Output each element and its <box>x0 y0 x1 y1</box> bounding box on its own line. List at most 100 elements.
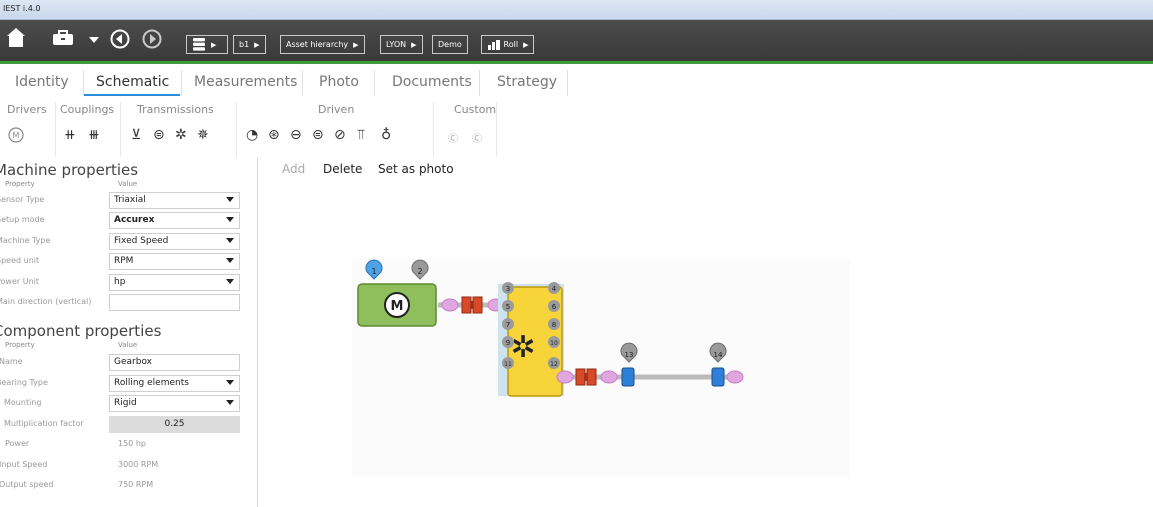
delete-button[interactable]: Delete <box>323 162 362 176</box>
database-icon <box>193 38 205 51</box>
setup-mode-select[interactable]: Accurex <box>109 212 240 229</box>
tab-divider <box>302 70 303 96</box>
breadcrumb-lyon[interactable]: LYON ▶ <box>380 35 423 54</box>
fan-driven-icon[interactable]: ◔ <box>246 127 258 143</box>
flexible-coupling-icon[interactable]: ⧻ <box>88 127 100 143</box>
bearing-ring[interactable] <box>600 370 618 384</box>
prop-label-power: Power <box>5 439 30 448</box>
roll-driven-icon[interactable]: ⫪ <box>357 127 365 143</box>
svg-text:9: 9 <box>506 339 510 347</box>
add-button[interactable]: Add <box>282 162 305 176</box>
svg-text:2: 2 <box>417 267 422 276</box>
bearing-block[interactable] <box>621 367 635 387</box>
machine-properties-title: Machine properties <box>0 161 139 179</box>
window-title: IEST i.4.0 <box>3 4 41 13</box>
bearing-ring[interactable] <box>726 370 744 384</box>
svg-text:11: 11 <box>504 361 512 368</box>
palette-group-couplings: Couplings <box>60 103 115 116</box>
machine-col-property: Property <box>5 180 35 188</box>
measurement-point[interactable]: 12 <box>548 357 560 369</box>
measurement-point[interactable]: 8 <box>548 318 560 330</box>
compressor-driven-icon[interactable]: ⊖ <box>290 127 302 143</box>
prop-label-bearing-type: Bearing Type <box>0 378 48 387</box>
spindle-driven-icon[interactable]: ♁ <box>381 127 391 143</box>
rigid-coupling-icon[interactable]: ⧺ <box>64 127 76 143</box>
custom-driven-icon[interactable]: Ⓒ <box>472 130 482 145</box>
prop-label-setup-mode: Setup mode <box>0 215 45 224</box>
motor-driver-icon[interactable]: M <box>8 127 24 143</box>
machine-type-select[interactable]: Fixed Speed <box>109 233 240 250</box>
breadcrumb-asset-hierarchy[interactable]: Asset hierarchy ▶ <box>280 35 365 54</box>
palette-divider <box>433 102 434 157</box>
component-col-value: Value <box>118 341 138 349</box>
component-name-field[interactable]: Gearbox <box>109 354 240 371</box>
measurement-point[interactable]: 7 <box>502 318 514 330</box>
palette-divider <box>120 102 121 157</box>
breadcrumb-demo[interactable]: Demo <box>432 35 468 54</box>
power-unit-select[interactable]: hp <box>109 274 240 291</box>
svg-text:10: 10 <box>550 340 558 347</box>
motor-component[interactable]: M <box>357 283 437 327</box>
svg-text:3: 3 <box>506 285 510 293</box>
tab-measurements[interactable]: Measurements <box>194 74 297 90</box>
svg-text:5: 5 <box>506 303 510 311</box>
tab-divider <box>181 70 182 96</box>
bearing-ring[interactable] <box>556 370 574 384</box>
bearing-type-select[interactable]: Rolling elements <box>109 375 240 392</box>
tab-bar: Identity Schematic Measurements Photo Do… <box>0 70 1153 97</box>
mounting-select[interactable]: Rigid <box>109 395 240 412</box>
palette-group-custom: Custom <box>454 103 497 116</box>
svg-text:6: 6 <box>552 303 557 311</box>
measurement-point[interactable]: 9 <box>502 336 514 348</box>
breadcrumb-roll[interactable]: Roll ▶ <box>481 35 535 54</box>
database-dropdown[interactable]: ▶ <box>186 35 228 54</box>
gearbox-transmission-icon[interactable]: ✵ <box>197 127 209 143</box>
chevron-down-icon[interactable] <box>89 37 99 43</box>
tab-divider <box>567 70 568 96</box>
svg-text:12: 12 <box>550 361 558 368</box>
prop-label-name: Name <box>0 357 23 366</box>
tab-documents[interactable]: Documents <box>392 74 472 90</box>
measurement-point[interactable]: 4 <box>548 282 560 294</box>
measurement-point[interactable]: 6 <box>548 300 560 312</box>
blower-driven-icon[interactable]: ⊜ <box>312 127 324 143</box>
set-as-photo-button[interactable]: Set as photo <box>378 162 454 176</box>
chevron-down-icon <box>226 279 234 284</box>
sensor-type-select[interactable]: Triaxial <box>109 192 240 209</box>
forward-icon[interactable] <box>142 29 162 49</box>
toolbox-icon[interactable] <box>52 30 74 46</box>
measurement-point[interactable]: 3 <box>502 282 514 294</box>
pump-driven-icon[interactable]: ⊛ <box>268 127 280 143</box>
turbine-driven-icon[interactable]: ⊘ <box>334 127 346 143</box>
custom-driver-icon[interactable]: Ⓒ <box>448 130 458 145</box>
belt-transmission-icon[interactable]: ⊻ <box>131 127 141 143</box>
gear-transmission-icon[interactable]: ✲ <box>175 127 187 143</box>
component-palette: Drivers Couplings Transmissions Driven C… <box>0 100 1153 158</box>
prop-label-main-direction: Main direction (vertical) <box>0 297 92 306</box>
active-tab-indicator <box>84 94 180 96</box>
measurement-point[interactable]: 10 <box>548 336 560 348</box>
speed-unit-select[interactable]: RPM <box>109 253 240 270</box>
bearing-ring[interactable] <box>441 298 459 312</box>
tab-strategy[interactable]: Strategy <box>497 74 557 90</box>
tab-schematic[interactable]: Schematic <box>96 74 169 90</box>
pulley-transmission-icon[interactable]: ⊜ <box>153 127 165 143</box>
power-value: 150 hp <box>118 439 146 448</box>
chevron-down-icon <box>226 238 234 243</box>
breadcrumb-b1[interactable]: b1 ▶ <box>233 35 266 54</box>
title-bar: IEST i.4.0 <box>0 0 1153 20</box>
bearing-block[interactable] <box>711 367 725 387</box>
measurement-point[interactable]: 5 <box>502 300 514 312</box>
properties-panel: Machine properties Property Value Sensor… <box>0 158 258 507</box>
chevron-down-icon <box>226 258 234 263</box>
tab-identity[interactable]: Identity <box>15 74 69 90</box>
prop-label-multiplication-factor: Multiplication factor <box>4 419 84 428</box>
svg-text:M: M <box>13 131 20 140</box>
machine-schematic[interactable]: M ✲ 1 2 3 4 5 6 7 8 9 10 11 12 13 14 <box>258 180 1153 507</box>
home-icon[interactable] <box>6 26 26 48</box>
measurement-point[interactable]: 11 <box>502 357 514 369</box>
tab-photo[interactable]: Photo <box>319 74 359 90</box>
main-direction-field[interactable] <box>109 294 240 311</box>
back-icon[interactable] <box>110 29 130 49</box>
chevron-down-icon <box>226 217 234 222</box>
